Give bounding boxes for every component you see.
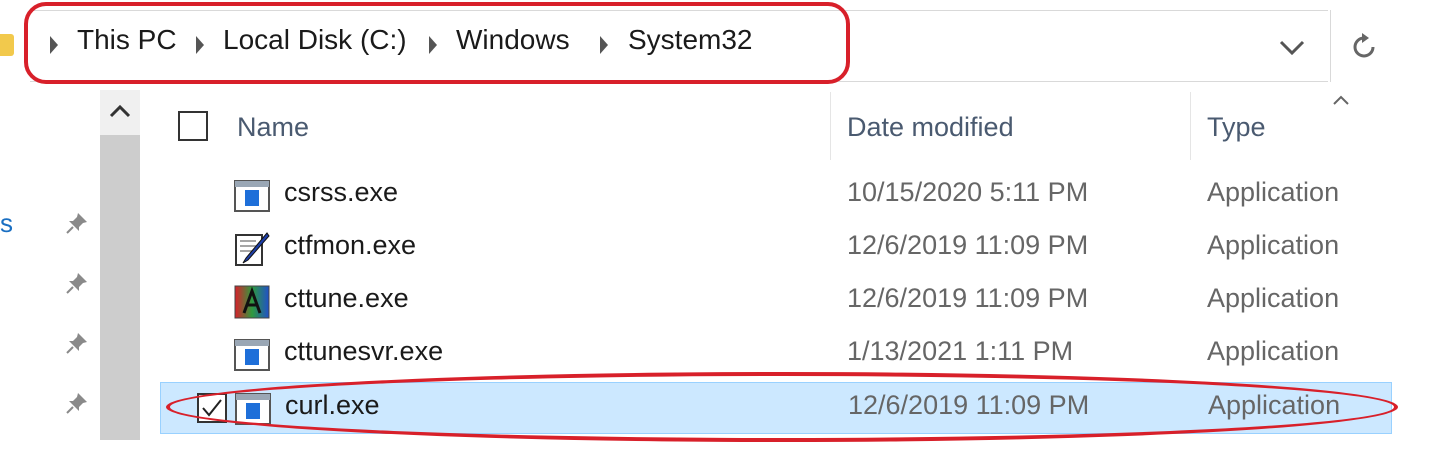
- breadcrumb-local-disk[interactable]: Local Disk (C:): [223, 24, 407, 56]
- pen-notepad-icon: [235, 232, 270, 266]
- file-name: csrss.exe: [284, 177, 399, 207]
- chevron-right-icon[interactable]: [48, 34, 60, 56]
- app-window-icon: [234, 180, 270, 212]
- scroll-up-icon[interactable]: [100, 92, 140, 132]
- app-window-icon: [235, 393, 271, 425]
- cleartype-a-icon: [234, 285, 270, 319]
- column-name[interactable]: Name: [237, 112, 309, 143]
- file-row-curl[interactable]: curl.exe 12/6/2019 11:09 PM Application: [160, 382, 1392, 434]
- chevron-down-icon[interactable]: [1272, 32, 1312, 62]
- file-name: ctfmon.exe: [284, 230, 417, 260]
- row-checkbox[interactable]: [197, 393, 227, 423]
- chevron-right-icon[interactable]: [598, 34, 610, 56]
- chevron-right-icon[interactable]: [194, 34, 206, 56]
- breadcrumb-windows[interactable]: Windows: [456, 24, 570, 56]
- file-row-cttune[interactable]: cttune.exe 12/6/2019 11:09 PM Applicatio…: [160, 276, 1392, 329]
- file-name: curl.exe: [285, 390, 380, 420]
- sort-ascending-icon: [1333, 95, 1349, 105]
- pin-icon[interactable]: [64, 270, 90, 296]
- file-row-csrss[interactable]: csrss.exe 10/15/2020 5:11 PM Application: [160, 170, 1392, 223]
- file-date: 12/6/2019 11:09 PM: [847, 283, 1089, 313]
- column-divider[interactable]: [1190, 92, 1191, 160]
- column-date-modified[interactable]: Date modified: [847, 112, 1014, 143]
- column-header: [148, 92, 1392, 160]
- file-date: 1/13/2021 1:11 PM: [847, 336, 1074, 366]
- checkmark-icon: [202, 399, 222, 417]
- chevron-right-icon[interactable]: [427, 34, 439, 56]
- select-all-checkbox[interactable]: [178, 111, 208, 141]
- file-type: Application: [1207, 336, 1340, 366]
- file-type: Application: [1207, 283, 1340, 313]
- file-name: cttune.exe: [284, 283, 409, 313]
- folder-icon: [0, 34, 14, 56]
- pin-icon[interactable]: [64, 210, 90, 236]
- file-row-cttunesvr[interactable]: cttunesvr.exe 1/13/2021 1:11 PM Applicat…: [160, 329, 1392, 382]
- breadcrumb-system32[interactable]: System32: [628, 24, 753, 56]
- breadcrumb-this-pc[interactable]: This PC: [77, 24, 177, 56]
- file-date: 12/6/2019 11:09 PM: [847, 230, 1089, 260]
- refresh-icon: [1353, 33, 1375, 58]
- app-window-icon: [234, 339, 270, 371]
- file-type: Application: [1207, 177, 1340, 207]
- scrollbar-thumb[interactable]: [100, 135, 140, 440]
- file-row-ctfmon[interactable]: ctfmon.exe 12/6/2019 11:09 PM Applicatio…: [160, 223, 1392, 276]
- pin-icon[interactable]: [64, 330, 90, 356]
- file-date: 12/6/2019 11:09 PM: [848, 390, 1090, 420]
- column-type[interactable]: Type: [1207, 112, 1266, 143]
- refresh-button[interactable]: [1330, 10, 1395, 82]
- file-type: Application: [1208, 390, 1341, 420]
- column-divider[interactable]: [830, 92, 831, 160]
- file-type: Application: [1207, 230, 1340, 260]
- file-date: 10/15/2020 5:11 PM: [847, 177, 1089, 207]
- file-name: cttunesvr.exe: [284, 336, 444, 366]
- pin-icon[interactable]: [64, 390, 90, 416]
- nav-item-fragment[interactable]: s: [0, 208, 13, 239]
